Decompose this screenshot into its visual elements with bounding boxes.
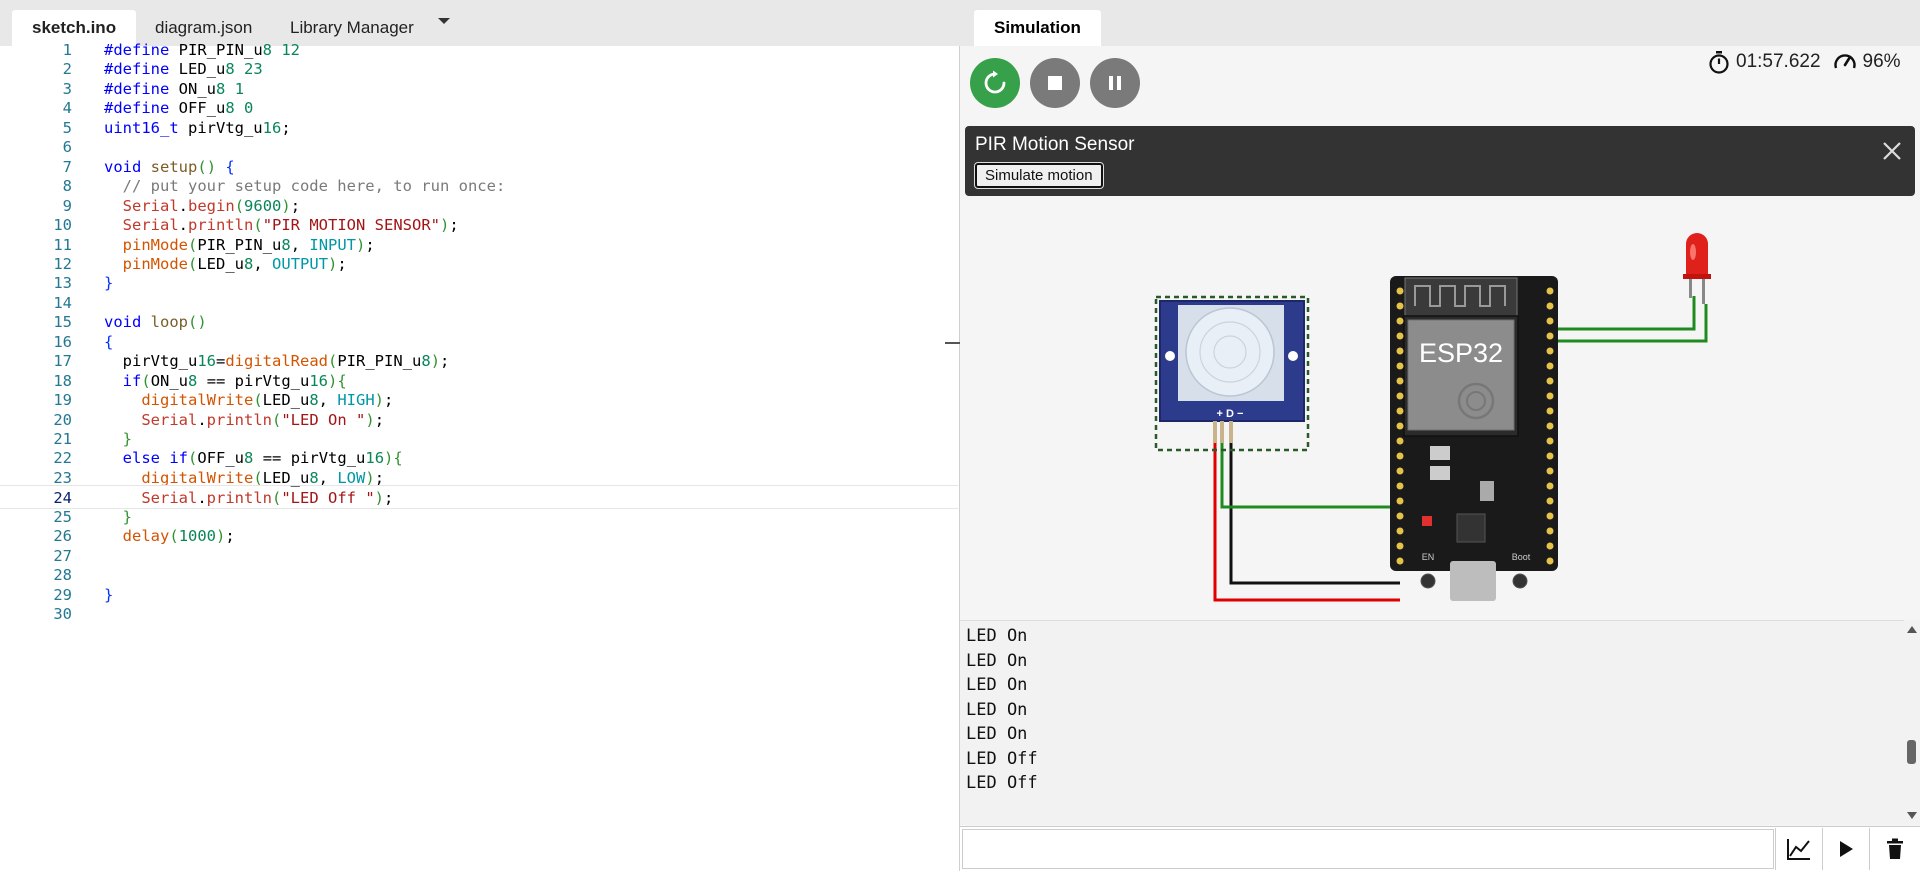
scroll-thumb[interactable] <box>1907 740 1916 764</box>
serial-scrollbar[interactable] <box>1904 620 1920 825</box>
play-icon <box>1839 841 1853 857</box>
code-line[interactable]: 30 <box>0 602 958 626</box>
plotter-icon <box>1786 839 1810 860</box>
code-editor-pane: sketch.ino diagram.json Library Manager … <box>0 0 960 871</box>
plotter-button[interactable] <box>1775 828 1821 870</box>
pir-sensor-panel: PIR Motion Sensor Simulate motion <box>965 126 1915 196</box>
tab-simulation[interactable]: Simulation <box>974 10 1101 46</box>
restart-button[interactable] <box>970 58 1020 108</box>
restart-icon <box>984 70 1006 94</box>
serial-output-line: LED Off <box>966 773 1038 793</box>
stop-button[interactable] <box>1030 58 1080 108</box>
scroll-up-arrow[interactable] <box>1907 626 1917 633</box>
close-icon[interactable] <box>1881 140 1903 162</box>
simulation-pane: Simulation 01:57.622 96% PIR Motion Sens… <box>960 0 1920 871</box>
stop-icon <box>1048 76 1062 90</box>
trash-icon <box>1887 838 1903 859</box>
panel-title: PIR Motion Sensor <box>975 134 1135 155</box>
elapsed-time: 01:57.622 <box>1736 51 1821 72</box>
chevron-down-icon[interactable] <box>438 18 450 24</box>
line-number: 30 <box>53 605 72 624</box>
pause-button[interactable] <box>1090 58 1140 108</box>
esp32-board[interactable]: ESP32 EN Boot <box>1390 276 1558 601</box>
run-serial-button[interactable] <box>1822 828 1868 870</box>
wire-led-anode[interactable] <box>1553 296 1696 331</box>
circuit-canvas[interactable]: + D − ESP32 EN Boot <box>960 196 1920 620</box>
pir-pin-labels: + D − <box>1217 408 1244 420</box>
serial-monitor: LED On LED On LED On LED On LED On LED Off LED… <box>960 620 1920 825</box>
editor-scroll-marker <box>945 342 960 344</box>
simulate-motion-button[interactable]: Simulate motion <box>974 162 1104 189</box>
boot-label: Boot <box>1512 552 1531 562</box>
scroll-down-arrow[interactable] <box>1907 812 1917 819</box>
code-area[interactable]: 1 #define PIR_PIN_u8 12 2 #define LED_u8 23… <box>0 41 958 871</box>
simulation-timer: 01:57.622 96% <box>1708 48 1901 76</box>
wire-led-cathode[interactable] <box>1553 304 1708 343</box>
red-led[interactable] <box>1683 233 1711 304</box>
pause-icon <box>1109 76 1121 90</box>
pir-sensor[interactable]: + D − <box>1154 295 1310 452</box>
clear-serial-button[interactable] <box>1869 828 1920 870</box>
wire-signal[interactable] <box>1220 409 1400 509</box>
esp32-label: ESP32 <box>1419 338 1503 368</box>
en-label: EN <box>1422 552 1435 562</box>
stopwatch-icon <box>1709 51 1729 74</box>
serial-input-bar <box>960 826 1920 871</box>
simulation-tab-bar: Simulation <box>960 0 1920 46</box>
serial-input[interactable] <box>962 829 1774 869</box>
simulation-speed: 96% <box>1862 51 1901 72</box>
speedometer-icon <box>1833 54 1856 69</box>
wire-ground[interactable] <box>1229 409 1400 585</box>
